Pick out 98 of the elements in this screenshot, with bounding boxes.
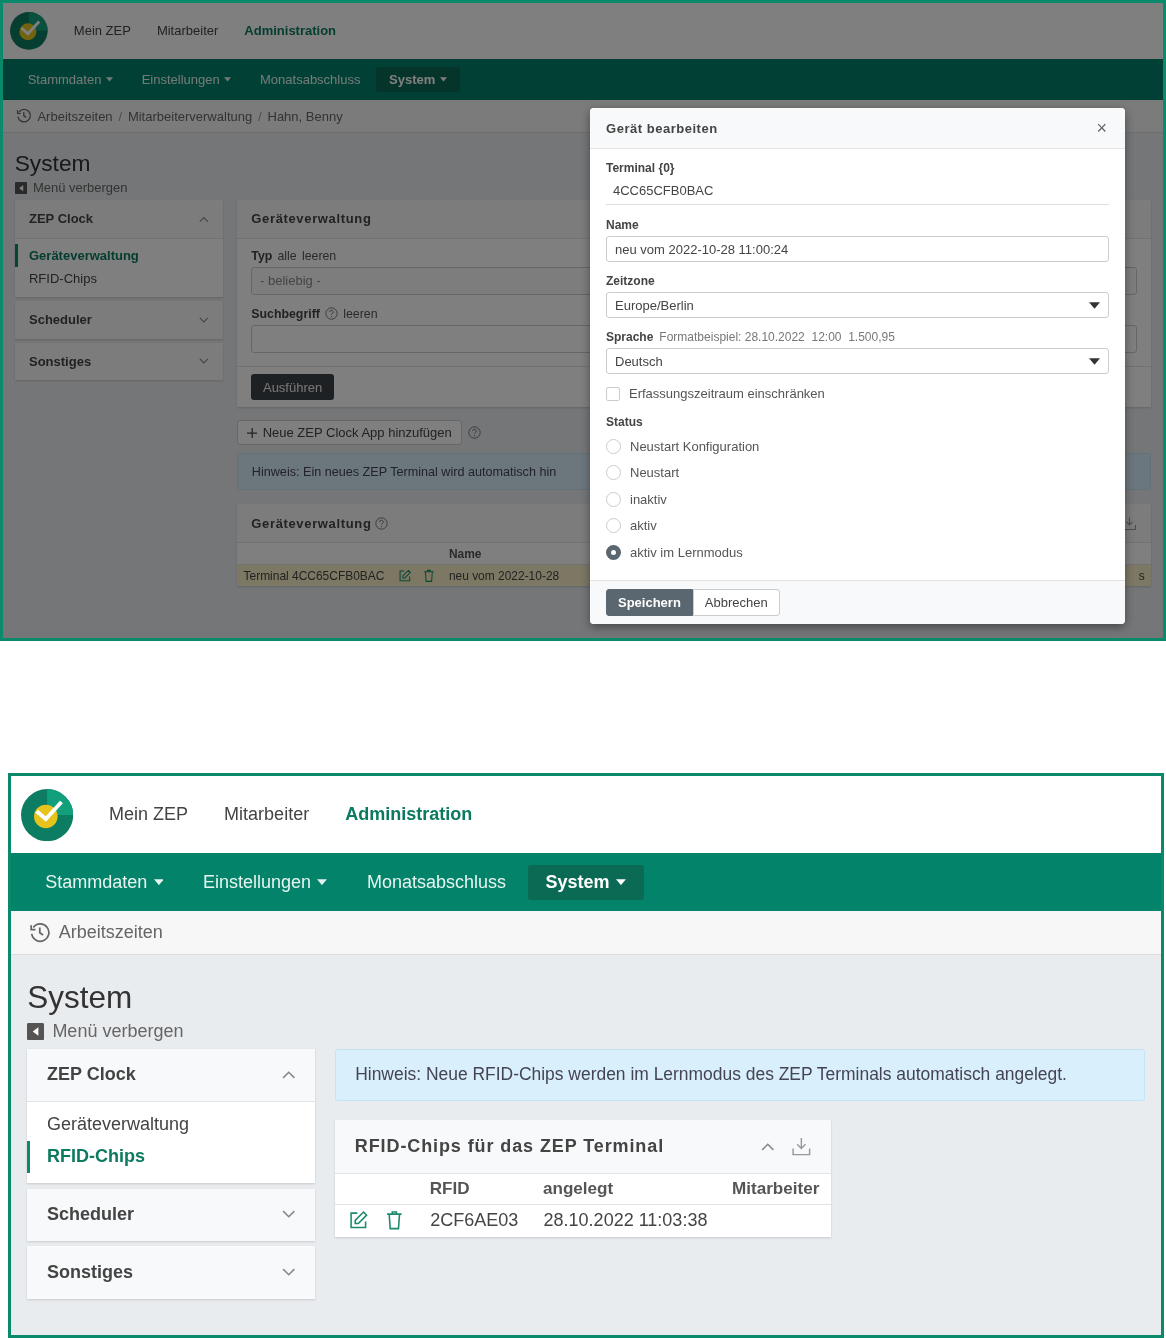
- field-label: Sprache: [606, 330, 654, 344]
- nav-link[interactable]: Mitarbeiter: [224, 804, 310, 826]
- checkbox-label: Erfassungszeitraum einschränken: [629, 386, 825, 401]
- sidebar-group-header[interactable]: Scheduler: [27, 1188, 316, 1241]
- collapse-menu-icon[interactable]: [14, 181, 28, 195]
- nav-link[interactable]: Administration: [244, 23, 337, 39]
- table-cell: s: [1138, 568, 1145, 583]
- panel-title: Geräteverwaltung: [251, 211, 372, 227]
- chevron-down-icon[interactable]: [281, 1267, 296, 1277]
- trash-icon[interactable]: [422, 568, 436, 583]
- plus-icon: [247, 427, 258, 439]
- sidebar-group-header[interactable]: Scheduler: [14, 301, 223, 339]
- page-title: System: [27, 978, 133, 1017]
- panel-title: Geräteverwaltung: [251, 515, 372, 531]
- history-icon: [29, 921, 51, 944]
- field-label: Suchbegriff: [251, 306, 320, 321]
- sidebar-item[interactable]: Geräteverwaltung: [27, 1109, 316, 1141]
- input-field[interactable]: neu vom 2022-10-28 11:00:24: [606, 236, 1109, 262]
- table-cell: neu vom 2022-10-28: [448, 568, 560, 583]
- hide-menu-link[interactable]: Menü verbergen: [52, 1021, 184, 1043]
- info-notice: Hinweis: Neue RFID-Chips werden im Lernmodus des ZEP Terminals automatisch angelegt.: [335, 1048, 1145, 1102]
- sidebar-item[interactable]: Geräteverwaltung: [14, 243, 223, 267]
- dropdown-field[interactable]: Europe/Berlin: [606, 292, 1109, 318]
- sidebar-group-header[interactable]: ZEP Clock: [27, 1048, 316, 1101]
- logo-icon[interactable]: [20, 788, 74, 841]
- chevron-up-icon[interactable]: [761, 1142, 775, 1152]
- table-cell: 2CF6AE03: [430, 1210, 519, 1231]
- menu-item[interactable]: Monatsabschluss: [247, 67, 374, 93]
- menu-item[interactable]: Monatsabschluss: [348, 864, 524, 900]
- sidebar-group-header[interactable]: Sonstiges: [14, 342, 223, 381]
- menu-item[interactable]: Einstellungen: [128, 67, 245, 93]
- radio-button[interactable]: [606, 544, 621, 560]
- dropdown-field[interactable]: Deutsch: [606, 348, 1109, 374]
- edit-icon[interactable]: [397, 568, 412, 583]
- breadcrumb-link[interactable]: Arbeitszeiten: [37, 108, 113, 124]
- save-button[interactable]: Speichern: [606, 588, 693, 616]
- checkbox[interactable]: [606, 386, 620, 401]
- column-header: RFID: [429, 1178, 470, 1198]
- field-label: Zeitzone: [606, 274, 655, 288]
- execute-button[interactable]: Ausführen: [251, 374, 334, 400]
- dialog-title: Gerät bearbeiten: [606, 120, 718, 136]
- help-icon[interactable]: [375, 516, 389, 530]
- filter-link[interactable]: leeren: [301, 249, 337, 264]
- filter-link[interactable]: alle: [277, 249, 297, 264]
- sidebar-item[interactable]: RFID-Chips: [14, 266, 223, 290]
- chevron-down-icon[interactable]: [281, 1210, 296, 1220]
- radio-label: aktiv im Lernmodus: [630, 544, 743, 560]
- table-cell: 28.10.2022 11:03:38: [543, 1210, 708, 1231]
- nav-link[interactable]: Mitarbeiter: [156, 23, 219, 39]
- breadcrumb-separator: /: [118, 108, 123, 124]
- radio-label: aktiv: [630, 518, 657, 534]
- menu-item[interactable]: Einstellungen: [185, 864, 346, 900]
- menu-item[interactable]: System: [527, 864, 644, 900]
- chevron-down-icon[interactable]: [198, 358, 209, 365]
- column-header: angelegt: [542, 1178, 614, 1198]
- format-hint: Formatbeispiel: 28.10.2022 12:00 1.500,95: [659, 330, 895, 344]
- close-button[interactable]: ×: [1094, 117, 1109, 139]
- filter-link[interactable]: leeren: [343, 306, 378, 321]
- hide-menu-link[interactable]: Menü verbergen: [32, 180, 128, 196]
- field-label: Typ: [251, 249, 273, 264]
- page-title: System: [14, 149, 91, 178]
- help-icon[interactable]: [325, 307, 339, 321]
- collapse-menu-icon[interactable]: [27, 1023, 45, 1041]
- breadcrumb-link[interactable]: Hahn, Benny: [267, 108, 343, 124]
- field-label: Name: [606, 218, 639, 232]
- nav-link[interactable]: Mein ZEP: [109, 804, 189, 826]
- help-icon[interactable]: [468, 426, 482, 440]
- add-app-button[interactable]: Neue ZEP Clock App hinzufügen: [237, 420, 462, 446]
- breadcrumb-link[interactable]: Mitarbeiterverwaltung: [127, 108, 253, 124]
- chevron-up-icon[interactable]: [198, 215, 209, 223]
- caret-icon: [1089, 301, 1100, 309]
- menu-item[interactable]: Stammdaten: [14, 67, 127, 93]
- sidebar-group-header[interactable]: ZEP Clock: [14, 200, 223, 238]
- panel-title: RFID-Chips für das ZEP Terminal: [354, 1136, 665, 1158]
- radio-label: Neustart Konfiguration: [630, 438, 760, 454]
- radio-label: Neustart: [630, 465, 680, 481]
- column-header: Name: [448, 546, 482, 561]
- menu-item[interactable]: Stammdaten: [27, 864, 182, 900]
- radio-label: inaktiv: [630, 491, 667, 507]
- column-header: Mitarbeiter: [731, 1178, 820, 1198]
- caret-icon: [1089, 357, 1100, 365]
- field-label: Terminal {0}: [606, 161, 675, 175]
- history-icon: [16, 108, 32, 124]
- breadcrumb-separator: /: [258, 108, 262, 124]
- sidebar-group-header[interactable]: Sonstiges: [27, 1246, 316, 1299]
- menu-item[interactable]: System: [376, 67, 460, 93]
- sidebar-item[interactable]: RFID-Chips: [27, 1140, 316, 1173]
- table-cell: Terminal 4CC65CFB0BAC: [243, 568, 385, 583]
- cancel-button[interactable]: Abbrechen: [692, 588, 780, 616]
- nav-link[interactable]: Administration: [345, 804, 473, 826]
- field-value: 4CC65CFB0BAC: [606, 179, 1109, 205]
- download-icon[interactable]: [1122, 515, 1137, 531]
- breadcrumb-link[interactable]: Arbeitszeiten: [58, 922, 163, 944]
- logo-icon[interactable]: [10, 12, 48, 50]
- chevron-up-icon[interactable]: [281, 1070, 296, 1080]
- chevron-down-icon[interactable]: [198, 316, 209, 324]
- nav-link[interactable]: Mein ZEP: [73, 23, 131, 39]
- field-label: Status: [606, 415, 643, 429]
